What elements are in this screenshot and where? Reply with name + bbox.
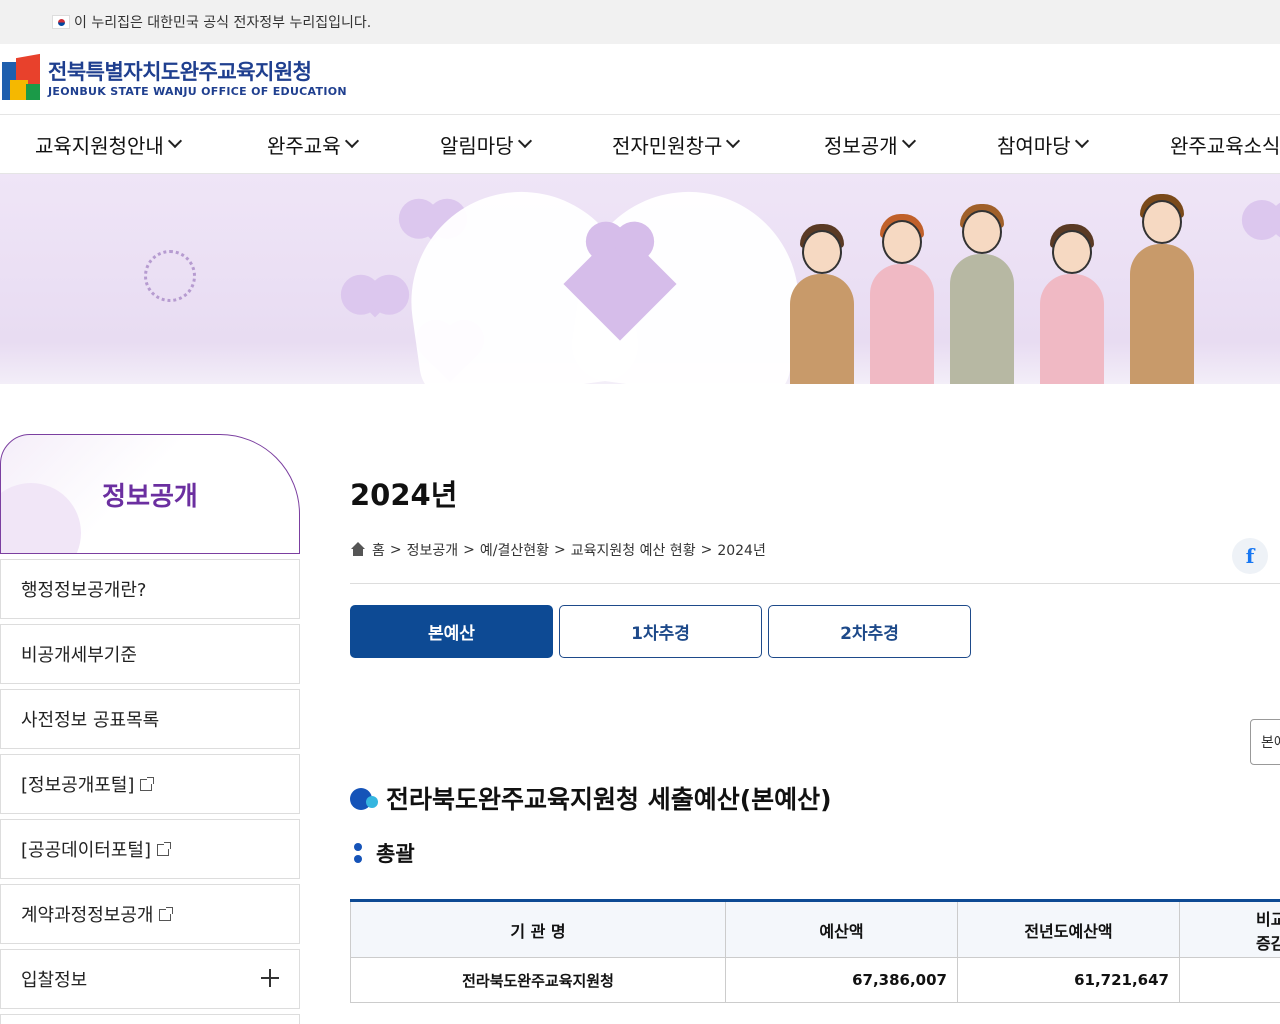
sub-nav-title: 정보공개 (0, 434, 300, 554)
breadcrumb-current: 2024년 (717, 543, 766, 559)
students-illustration (780, 194, 1230, 384)
korean-flag-icon (52, 15, 70, 29)
chevron-down-icon (1074, 133, 1089, 149)
breadcrumb-separator: > (389, 542, 402, 558)
plus-icon[interactable] (261, 969, 279, 987)
table-row: 전라북도완주교육지원청 67,386,007 61,721,647 (350, 958, 1280, 1003)
chevron-down-icon (167, 133, 182, 149)
decorative-ring (144, 250, 196, 302)
column-header-org: 기 관 명 (350, 902, 726, 957)
section-subtitle: 총괄 (350, 838, 415, 868)
chevron-down-icon (726, 133, 741, 149)
breadcrumb-separator: > (700, 542, 713, 558)
sub-nav-item-about-disclosure[interactable]: 행정정보공개란? (0, 559, 300, 619)
breadcrumb-info-disclosure[interactable]: 정보공개 (407, 540, 459, 560)
divider (350, 583, 1280, 584)
external-link-icon (140, 777, 155, 791)
logo-link[interactable]: 전북특별자치도완주교육지원청 JEONBUK STATE WANJU OFFIC… (48, 59, 347, 99)
hero-banner (0, 174, 1280, 384)
nav-item-info-disclosure[interactable]: 정보공개 (824, 115, 916, 173)
logo-korean: 전북특별자치도완주교육지원청 (48, 60, 312, 84)
nav-item-notice[interactable]: 알림마당 (440, 115, 532, 173)
sub-nav-item-bid-info[interactable]: 입찰정보 (0, 949, 300, 1009)
column-header-prev-budget: 전년도예산액 (958, 902, 1180, 957)
column-header-diff: 비교증감 (1180, 902, 1280, 957)
column-header-budget: 예산액 (726, 902, 958, 957)
cell-diff (1180, 958, 1280, 1002)
sub-nav-item-disclosure-portal[interactable]: [정보공개포털] (0, 754, 300, 814)
home-icon[interactable] (350, 542, 366, 557)
sub-nav: 정보공개 행정정보공개란? 비공개세부기준 사전정보 공표목록 [정보공개포털]… (0, 434, 300, 1024)
cell-budget: 67,386,007 (726, 958, 958, 1002)
chevron-down-icon (901, 133, 916, 149)
bullet-icon (350, 841, 362, 865)
external-link-icon (156, 842, 171, 856)
page-title: 2024년 (350, 478, 458, 512)
section-dots-icon (350, 786, 380, 810)
breadcrumb: 홈 > 정보공개 > 예/결산현황 > 교육지원청 예산 현황 > 2024년 (350, 540, 766, 560)
sub-nav-item-nondisclosure-criteria[interactable]: 비공개세부기준 (0, 624, 300, 684)
section-title: 전라북도완주교육지원청 세출예산(본예산) (350, 780, 832, 816)
tab-second-supplementary[interactable]: 2차추경 (768, 605, 971, 658)
gov-notice-bar: 이 누리집은 대한민국 공식 전자정부 누리집입니다. (0, 0, 1280, 44)
sub-nav-item-prior-disclosure-list[interactable]: 사전정보 공표목록 (0, 689, 300, 749)
nav-item-wanju-education[interactable]: 완주교육 (267, 115, 359, 173)
small-heart-icon (1261, 205, 1280, 235)
gov-notice-text: 이 누리집은 대한민국 공식 전자정부 누리집입니다. (74, 15, 372, 31)
sub-nav-item-contract-disclosure[interactable]: 계약과정정보공개 (0, 884, 300, 944)
nav-item-wanju-news[interactable]: 완주교육소식 (1170, 115, 1280, 173)
site-header: 전북특별자치도완주교육지원청 JEONBUK STATE WANJU OFFIC… (0, 44, 1280, 114)
budget-table: 기 관 명 예산액 전년도예산액 비교증감 전라북도완주교육지원청 67,386… (350, 899, 1280, 1003)
sub-nav-item-public-data-portal[interactable]: [공공데이터포털] (0, 819, 300, 879)
breadcrumb-separator: > (463, 542, 475, 558)
chevron-down-icon (344, 133, 359, 149)
facebook-share-icon[interactable]: f (1232, 538, 1268, 574)
budget-select[interactable]: 본예산 (1250, 719, 1280, 765)
breadcrumb-home[interactable]: 홈 (372, 540, 385, 560)
cell-org: 전라북도완주교육지원청 (350, 958, 726, 1002)
nav-item-participation[interactable]: 참여마당 (997, 115, 1089, 173)
tab-main-budget[interactable]: 본예산 (350, 605, 553, 658)
table-header-row: 기 관 명 예산액 전년도예산액 비교증감 (350, 902, 1280, 958)
budget-tabs: 본예산 1차추경 2차추경 (350, 605, 977, 658)
breadcrumb-budget-status[interactable]: 예/결산현황 (480, 540, 549, 560)
breadcrumb-office-budget[interactable]: 교육지원청 예산 현황 (571, 540, 696, 560)
chevron-down-icon (517, 133, 532, 149)
external-link-icon (159, 907, 174, 921)
cell-prev-budget: 61,721,647 (958, 958, 1180, 1002)
tab-first-supplementary[interactable]: 1차추경 (559, 605, 762, 658)
sub-nav-item-next[interactable] (0, 1014, 300, 1024)
logo-english: JEONBUK STATE WANJU OFFICE OF EDUCATION (48, 85, 347, 98)
breadcrumb-separator: > (554, 542, 566, 558)
main-nav: 교육지원청안내 완주교육 알림마당 전자민원창구 정보공개 참여마당 완주교육소… (0, 114, 1280, 174)
nav-item-office-info[interactable]: 교육지원청안내 (35, 115, 182, 173)
small-heart-icon (356, 280, 394, 318)
nav-item-civil-service[interactable]: 전자민원창구 (612, 115, 741, 173)
logo-mark-icon[interactable] (2, 53, 42, 102)
